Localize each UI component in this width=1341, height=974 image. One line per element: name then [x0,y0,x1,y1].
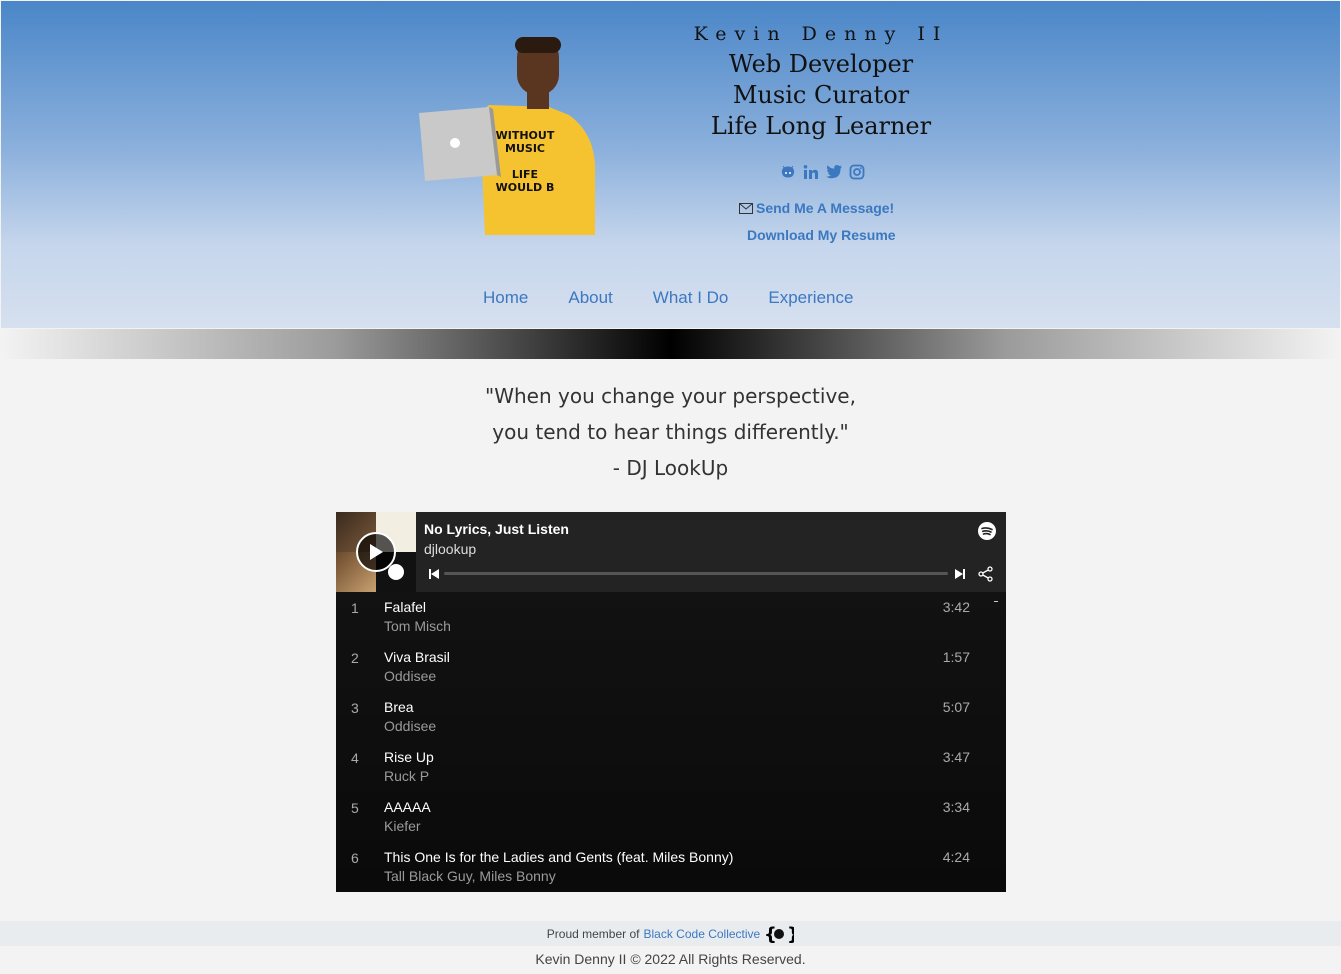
previous-track-icon[interactable] [428,568,440,580]
player-header: No Lyrics, Just Listen djlookup [336,512,1006,592]
track-number: 1 [351,600,359,616]
quote-line-2: you tend to hear things differently." [492,420,849,444]
download-resume-link[interactable]: Download My Resume [747,227,896,243]
nav-home[interactable]: Home [483,288,528,308]
playlist-owner[interactable]: djlookup [424,541,476,557]
spotify-embed: No Lyrics, Just Listen djlookup 1 Falafe… [336,512,1006,892]
track-row[interactable]: 3 Brea Oddisee 5:07 [336,692,1006,742]
header: WITHOUT MUSIC LIFE WOULD B Kevin Denny I… [1,1,1340,328]
svg-text:LIFE: LIFE [512,168,538,181]
track-number: 4 [351,750,359,766]
track-row[interactable]: 5 AAAAA Kiefer 3:34 [336,792,1006,842]
track-title: AAAAA [384,799,431,815]
track-title: This One Is for the Ladies and Gents (fe… [384,849,734,865]
svg-text:MUSIC: MUSIC [505,142,545,155]
track-duration: 3:47 [942,749,970,765]
track-title: Rise Up [384,749,434,765]
track-duration: 3:34 [942,799,970,815]
track-artist: Tall Black Guy, Miles Bonny [384,868,556,884]
track-artist: Ruck P [384,768,430,784]
black-code-collective-logo: {} [764,923,794,945]
copyright: Kevin Denny II © 2022 All Rights Reserve… [535,951,806,967]
role-music-curator: Music Curator [732,81,910,109]
github-icon[interactable] [779,163,797,181]
twitter-icon[interactable] [825,163,843,181]
spotify-logo-icon[interactable] [978,522,996,540]
svg-text:WITHOUT: WITHOUT [496,129,555,142]
progress-bar[interactable] [444,572,948,575]
footer-membership: Proud member of Black Code Collective {} [0,921,1341,946]
role-web-developer: Web Developer [728,50,914,78]
nav-about[interactable]: About [568,288,612,308]
save-icon[interactable] [388,564,404,580]
track-number: 3 [351,700,359,716]
svg-text:WOULD B: WOULD B [496,181,555,194]
quote-attribution: - DJ LookUp [612,456,729,480]
track-row[interactable]: 4 Rise Up Ruck P 3:47 [336,742,1006,792]
hero-text: Kevin Denny II Web Developer Music Curat… [691,23,951,142]
track-duration: 3:42 [942,599,970,615]
membership-prefix: Proud member of [546,926,640,941]
track-row[interactable]: 2 Viva Brasil Oddisee 1:57 [336,642,1006,692]
track-number: 2 [351,650,359,666]
track-artist: Kiefer [384,818,421,834]
social-links [779,163,866,181]
track-title: Brea [384,699,414,715]
send-message-link[interactable]: Send Me A Message! [739,200,894,216]
track-title: Falafel [384,599,427,615]
track-duration: 1:57 [942,649,970,665]
track-duration: 4:24 [942,849,970,865]
main-nav: Home About What I Do Experience [483,288,853,308]
svg-text:}: } [787,924,794,945]
gradient-divider [0,329,1341,359]
track-number: 6 [351,850,359,866]
nav-experience[interactable]: Experience [768,288,853,308]
track-title: Viva Brasil [384,649,450,665]
linkedin-icon[interactable] [802,163,820,181]
track-row[interactable]: 1 Falafel Tom Misch 3:42 [336,592,1006,642]
avatar-illustration: WITHOUT MUSIC LIFE WOULD B [419,37,596,235]
envelope-icon [739,202,753,214]
black-code-collective-link[interactable]: Black Code Collective [644,927,761,941]
nav-what-i-do[interactable]: What I Do [653,288,729,308]
track-number: 5 [351,800,359,816]
track-duration: 5:07 [942,699,970,715]
quote: "When you change your perspective, you t… [0,378,1341,486]
track-row[interactable]: 6 This One Is for the Ladies and Gents (… [336,842,1006,892]
site-owner-name: Kevin Denny II [693,23,949,45]
track-artist: Tom Misch [384,618,451,634]
instagram-icon[interactable] [848,163,866,181]
track-artist: Oddisee [384,668,437,684]
track-artist: Oddisee [384,718,437,734]
play-icon [370,544,383,560]
next-track-icon[interactable] [954,568,966,580]
share-icon[interactable] [978,566,994,582]
send-message-label: Send Me A Message! [756,200,895,216]
quote-line-1: "When you change your perspective, [485,384,856,408]
role-life-long-learner: Life Long Learner [710,112,932,140]
track-list: 1 Falafel Tom Misch 3:42 2 Viva Brasil O… [336,592,1006,892]
playlist-title[interactable]: No Lyrics, Just Listen [424,521,569,537]
